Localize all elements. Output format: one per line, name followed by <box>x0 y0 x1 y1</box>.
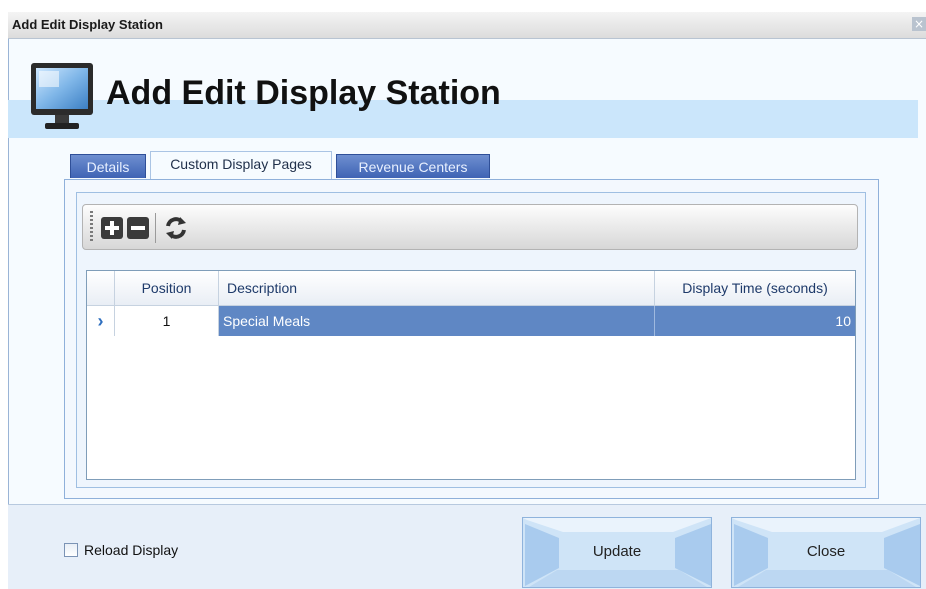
table-row[interactable]: › 1 Special Meals 10 <box>87 306 855 336</box>
cell-description[interactable]: Special Meals <box>219 306 655 336</box>
close-window-icon[interactable]: × <box>912 17 926 31</box>
remove-button[interactable] <box>127 217 149 239</box>
cell-display-time[interactable]: 10 <box>655 306 855 336</box>
column-header-position[interactable]: Position <box>115 271 219 305</box>
column-header-display-time[interactable]: Display Time (seconds) <box>655 271 855 305</box>
window-title: Add Edit Display Station <box>12 17 163 32</box>
page-title: Add Edit Display Station <box>106 74 501 112</box>
display-pages-grid: Position Description Display Time (secon… <box>86 270 856 480</box>
reload-display-checkbox[interactable] <box>64 543 78 557</box>
tab-custom-display-pages[interactable]: Custom Display Pages <box>150 151 332 181</box>
refresh-icon <box>166 217 186 239</box>
add-icon <box>105 221 119 235</box>
grid-header: Position Description Display Time (secon… <box>87 271 855 306</box>
row-indicator-icon: › <box>87 306 115 336</box>
refresh-button[interactable] <box>163 215 189 241</box>
column-header-description[interactable]: Description <box>219 271 655 305</box>
tab-details[interactable]: Details <box>70 154 146 178</box>
toolbar-grip <box>90 211 93 243</box>
toolbar-separator <box>155 213 156 243</box>
title-bar: Add Edit Display Station × <box>8 12 926 39</box>
remove-icon <box>131 226 145 230</box>
cell-position[interactable]: 1 <box>115 306 219 336</box>
monitor-icon <box>31 63 93 129</box>
update-button[interactable]: Update <box>522 517 712 588</box>
close-button[interactable]: Close <box>731 517 921 588</box>
close-label: Close <box>806 543 846 560</box>
update-label: Update <box>592 543 642 560</box>
add-button[interactable] <box>101 217 123 239</box>
row-selector-header <box>87 271 115 305</box>
grid-toolbar <box>82 204 858 250</box>
tab-revenue-centers[interactable]: Revenue Centers <box>336 154 490 178</box>
reload-display-label: Reload Display <box>84 542 179 558</box>
